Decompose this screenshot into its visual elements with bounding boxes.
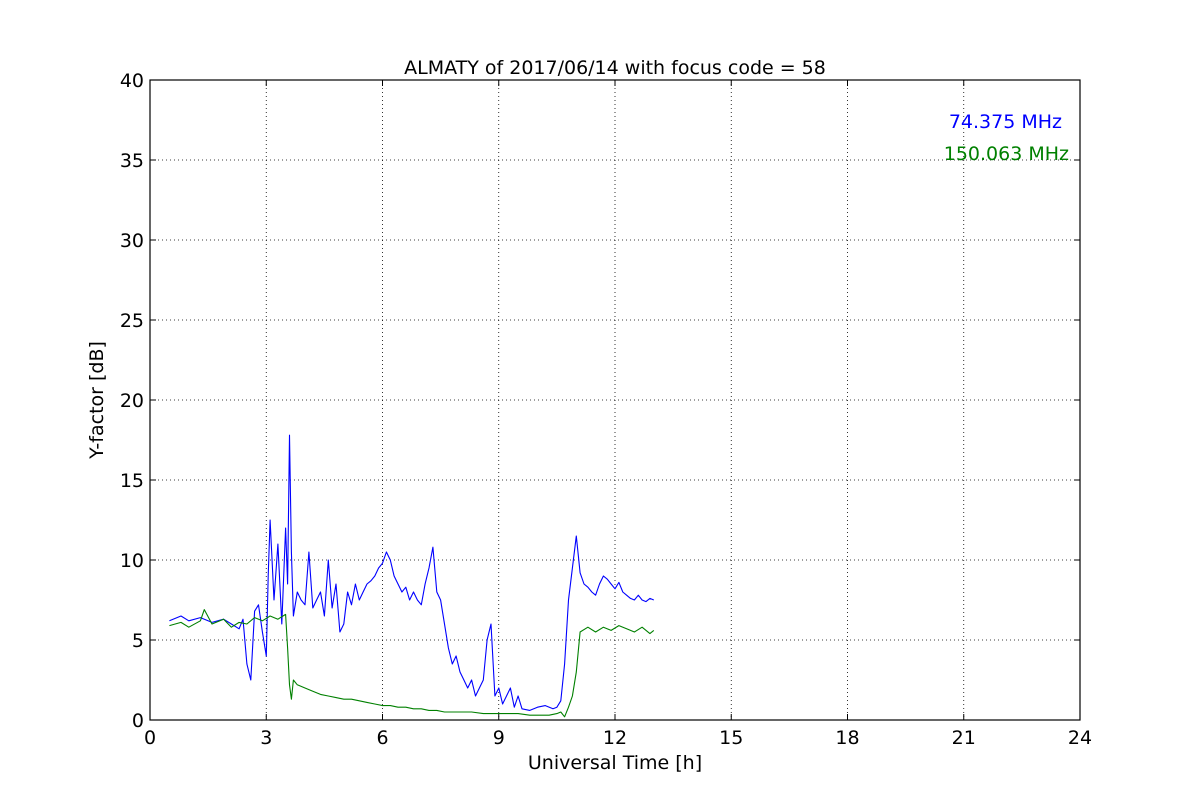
x-axis-label: Universal Time [h] (528, 752, 702, 774)
x-tick-label: 6 (376, 727, 388, 749)
x-tick-label: 24 (1068, 727, 1092, 749)
y-axis-label: Y-factor [dB] (86, 341, 108, 460)
x-tick-label: 18 (835, 727, 859, 749)
x-tick-label: 0 (144, 727, 156, 749)
y-tick-label: 30 (120, 230, 144, 252)
x-tick-label: 15 (719, 727, 743, 749)
y-tick-label: 20 (120, 390, 144, 412)
legend-entry-1: 74.375 MHz (949, 111, 1062, 133)
chart: 0 3 6 9 12 15 18 21 24 0 5 10 15 20 25 30 35 40 ALMATY of… (0, 0, 1200, 800)
y-tick-label: 35 (120, 150, 144, 172)
y-tick-label: 15 (120, 470, 144, 492)
x-tick-label: 3 (260, 727, 272, 749)
x-tick-label: 12 (603, 727, 627, 749)
y-tick-label: 5 (132, 630, 144, 652)
y-tick-label: 25 (120, 310, 144, 332)
y-tick-label: 40 (120, 70, 144, 92)
x-tick-label: 21 (952, 727, 976, 749)
chart-title: ALMATY of 2017/06/14 with focus code = 5… (404, 57, 826, 79)
y-tick-label: 10 (120, 550, 144, 572)
y-tick-label: 0 (132, 710, 144, 732)
x-tick-label: 9 (493, 727, 505, 749)
legend-entry-2: 150.063 MHz (944, 143, 1069, 165)
